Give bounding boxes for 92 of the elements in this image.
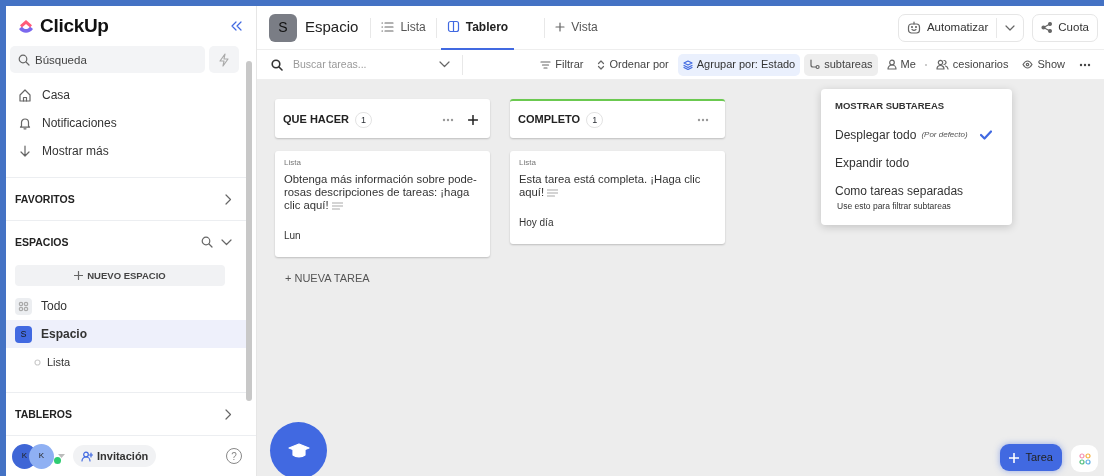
search-field[interactable]: Búsqueda — [10, 46, 205, 74]
toolbar-button[interactable]: Ordenar por — [592, 53, 674, 76]
option-hint: Use esto para filtrar subtareas — [836, 200, 952, 213]
double-chevron-icon — [230, 21, 242, 32]
more-icon — [1079, 62, 1091, 67]
option-label: Expandir todo — [835, 155, 910, 173]
section-title[interactable]: FAVORITOS — [15, 191, 75, 208]
search-icon[interactable] — [201, 236, 213, 249]
chevron-down-icon — [1005, 24, 1016, 31]
share-icon — [1041, 22, 1053, 33]
task-card[interactable]: Lista Esta tarea está completa. ¡Haga clic aquí! Hoy día — [510, 151, 725, 244]
task-card[interactable]: Lista Obtenga más información sobre pode-rosas descripciones de tareas: ¡haga clic aquí! Lun — [275, 151, 490, 257]
plus-icon — [1009, 452, 1020, 463]
due-date: Hoy día — [519, 216, 555, 230]
column-menu-button[interactable] — [697, 117, 709, 122]
logo-text: ClickUp — [40, 13, 109, 38]
toolbar-button[interactable]: subtareas — [804, 53, 878, 76]
due-date: Lun — [284, 229, 302, 243]
arrow-down-icon — [18, 144, 32, 159]
home-icon — [18, 88, 32, 103]
more-icon — [697, 117, 709, 122]
people-icon — [935, 59, 949, 70]
online-dot — [54, 457, 61, 464]
menu-title: MOSTRAR SUBTAREAS — [835, 99, 946, 113]
layers-icon — [682, 59, 693, 70]
view-tab[interactable]: Tablero — [440, 5, 515, 50]
chevron-right-icon — [224, 408, 232, 420]
scrollbar[interactable] — [246, 61, 252, 401]
space-name[interactable]: Espacio — [41, 325, 88, 344]
graduation-cap-icon — [287, 442, 310, 459]
sort-icon — [597, 59, 606, 70]
column-menu-button[interactable] — [442, 117, 454, 122]
grid-icon — [18, 300, 29, 312]
description-icon — [331, 202, 343, 210]
list-label: Lista — [284, 157, 302, 169]
space-name[interactable]: Todo — [41, 297, 68, 316]
apps-icon — [1078, 452, 1091, 465]
toolbar-button[interactable]: Show — [1017, 53, 1070, 76]
more-icon — [442, 117, 454, 122]
menu-option[interactable]: Desplegar todo (Por defecto) — [835, 121, 998, 150]
option-label: Desplegar todo — [835, 127, 917, 145]
nav-item[interactable]: Notificaciones — [6, 109, 246, 138]
chevron-right-icon — [224, 193, 232, 205]
search-icon — [271, 58, 283, 71]
new-space-button[interactable]: NUEVO ESPACIO — [15, 265, 225, 287]
section-title[interactable]: TABLEROS — [15, 406, 72, 423]
column-title: QUE HACER — [283, 112, 349, 128]
search-icon — [18, 54, 30, 67]
view-tab[interactable]: Lista — [375, 5, 432, 50]
lightning-icon — [218, 52, 230, 67]
add-task-button[interactable] — [468, 114, 478, 125]
task-title[interactable]: Esta tarea está completa. ¡Haga clic aquí! — [519, 173, 717, 199]
collapse-button[interactable] — [230, 21, 242, 32]
chevron-down-icon — [439, 61, 450, 68]
robot-icon — [906, 21, 921, 34]
column-title: COMPLETO — [518, 112, 581, 128]
person-icon — [886, 59, 897, 70]
automate-button[interactable]: Automatizar — [897, 13, 1025, 42]
list-label: Lista — [519, 157, 537, 169]
eye-icon — [1022, 60, 1034, 69]
toolbar-button[interactable]: cesionarios — [930, 53, 1014, 76]
plus-icon — [468, 114, 478, 125]
filter-icon — [540, 59, 552, 70]
toolbar-button[interactable]: Agrupar por: Estado — [677, 53, 801, 76]
nav-item[interactable]: Mostrar más — [6, 137, 246, 166]
plus-icon — [555, 21, 566, 32]
chevron-down-icon[interactable] — [221, 238, 232, 246]
board-icon — [446, 20, 460, 33]
description-icon — [547, 189, 559, 197]
plus-icon — [74, 271, 84, 281]
list-item[interactable]: Lista — [6, 348, 246, 377]
task-title[interactable]: Obtenga más información sobre pode-rosas descripciones de tareas: ¡haga clic aquí! — [284, 173, 482, 212]
invite-button[interactable]: Invitación — [73, 445, 157, 468]
subtasks-icon — [809, 59, 821, 70]
space-avatar: S — [15, 325, 32, 343]
add-view-button[interactable]: Vista — [549, 5, 604, 50]
section-title[interactable]: ESPACIOS — [15, 234, 69, 251]
bell-icon — [18, 116, 32, 131]
option-label: Como tareas separadas — [835, 183, 964, 201]
list-dot-icon — [34, 358, 41, 366]
list-icon — [381, 20, 395, 33]
toolbar-button[interactable]: Me — [881, 53, 921, 76]
new-task-button[interactable]: + NUEVA TAREA — [275, 270, 490, 287]
nav-item[interactable]: Casa — [6, 81, 246, 110]
share-button[interactable]: Cuota — [1032, 13, 1098, 42]
menu-option[interactable]: Expandir todo — [835, 149, 998, 178]
space-avatar: S — [269, 13, 297, 42]
space-title: Espacio — [305, 17, 359, 38]
add-person-icon — [81, 450, 93, 462]
toolbar-button[interactable]: Filtrar — [535, 53, 589, 76]
user-avatar[interactable]: K — [29, 443, 54, 469]
option-note: (Por defecto) — [921, 129, 968, 142]
